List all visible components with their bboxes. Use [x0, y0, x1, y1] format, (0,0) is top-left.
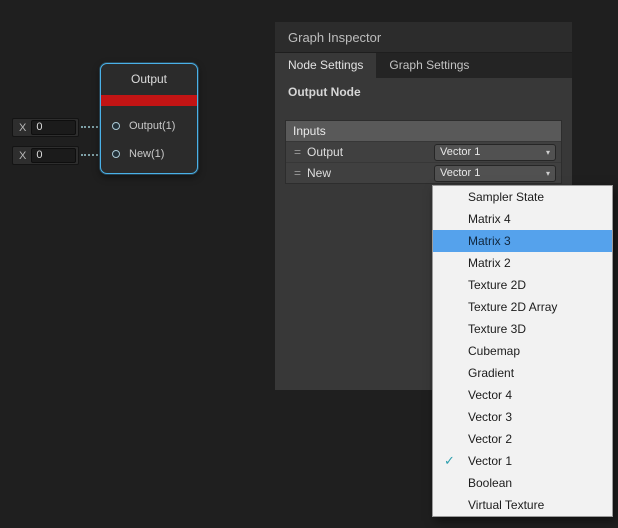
inputs-list-header: Inputs: [286, 121, 561, 141]
dropdown-selected-value: Vector 1: [440, 146, 480, 158]
menu-item-label: Matrix 2: [468, 256, 511, 270]
menu-item-vector-3[interactable]: Vector 3: [433, 406, 612, 428]
menu-item-label: Boolean: [468, 476, 512, 490]
menu-item-label: Texture 2D: [468, 278, 526, 292]
chevron-down-icon: ▾: [546, 148, 550, 157]
menu-item-matrix-2[interactable]: Matrix 2: [433, 252, 612, 274]
menu-item-label: Cubemap: [468, 344, 520, 358]
output-node[interactable]: Output Output(1) New(1): [100, 63, 198, 174]
port-value-field[interactable]: X 0: [12, 146, 79, 165]
menu-item-gradient[interactable]: Gradient: [433, 362, 612, 384]
menu-item-label: Sampler State: [468, 190, 544, 204]
type-dropdown-output[interactable]: Vector 1 ▾: [434, 144, 556, 161]
port-label: New(1): [129, 148, 164, 160]
menu-item-label: Texture 3D: [468, 322, 526, 336]
tab-graph-settings[interactable]: Graph Settings: [376, 53, 482, 78]
input-port-icon[interactable]: [112, 122, 120, 130]
port-row: Output(1): [101, 112, 197, 140]
input-name: New: [307, 166, 331, 180]
type-dropdown-new[interactable]: Vector 1 ▾: [434, 165, 556, 182]
check-icon: ✓: [444, 450, 455, 472]
menu-item-label: Texture 2D Array: [468, 300, 557, 314]
menu-item-boolean[interactable]: Boolean: [433, 472, 612, 494]
input-port-icon[interactable]: [112, 150, 120, 158]
menu-item-texture-3d[interactable]: Texture 3D: [433, 318, 612, 340]
menu-item-texture-2d[interactable]: Texture 2D: [433, 274, 612, 296]
input-row-output: = Output Vector 1 ▾: [286, 141, 561, 162]
menu-item-label: Vector 2: [468, 432, 512, 446]
menu-item-texture-2d-array[interactable]: Texture 2D Array: [433, 296, 612, 318]
menu-item-virtual-texture[interactable]: Virtual Texture: [433, 494, 612, 516]
port-label: Output(1): [129, 120, 175, 132]
input-row-new: = New Vector 1 ▾: [286, 162, 561, 183]
menu-item-vector-1[interactable]: ✓ Vector 1: [433, 450, 612, 472]
port-value-field[interactable]: X 0: [12, 118, 79, 137]
node-settings-title: Output Node: [288, 85, 361, 99]
port-row: New(1): [101, 140, 197, 168]
inputs-list: Inputs = Output Vector 1 ▾ = New Vector …: [285, 120, 562, 184]
menu-item-matrix-4[interactable]: Matrix 4: [433, 208, 612, 230]
type-dropdown-menu: Sampler State Matrix 4 Matrix 3 Matrix 2…: [432, 185, 613, 517]
menu-item-vector-4[interactable]: Vector 4: [433, 384, 612, 406]
menu-item-cubemap[interactable]: Cubemap: [433, 340, 612, 362]
menu-item-sampler-state[interactable]: Sampler State: [433, 186, 612, 208]
x-component-label: X: [13, 150, 31, 162]
menu-item-label: Vector 1: [468, 454, 512, 468]
menu-item-label: Matrix 4: [468, 212, 511, 226]
x-value-input[interactable]: 0: [31, 120, 76, 135]
inspector-tabs: Node Settings Graph Settings: [275, 53, 572, 78]
menu-item-label: Virtual Texture: [468, 498, 544, 512]
menu-item-label: Vector 4: [468, 388, 512, 402]
tab-node-settings[interactable]: Node Settings: [275, 53, 376, 78]
shader-graph-editor: X 0 X 0 Output Output(1) New(1) Graph In…: [0, 0, 618, 528]
menu-item-label: Matrix 3: [468, 234, 511, 248]
input-name: Output: [307, 145, 343, 159]
menu-item-label: Vector 3: [468, 410, 512, 424]
panel-title: Graph Inspector: [275, 22, 572, 53]
chevron-down-icon: ▾: [546, 169, 550, 178]
menu-item-label: Gradient: [468, 366, 514, 380]
menu-item-vector-2[interactable]: Vector 2: [433, 428, 612, 450]
x-component-label: X: [13, 122, 31, 134]
x-value-input[interactable]: 0: [31, 148, 76, 163]
drag-handle-icon[interactable]: =: [286, 145, 307, 159]
node-body: Output(1) New(1): [101, 106, 197, 168]
menu-item-matrix-3[interactable]: Matrix 3: [433, 230, 612, 252]
node-title: Output: [101, 64, 197, 95]
dropdown-selected-value: Vector 1: [440, 167, 480, 179]
node-color-bar: [101, 95, 197, 106]
drag-handle-icon[interactable]: =: [286, 166, 307, 180]
